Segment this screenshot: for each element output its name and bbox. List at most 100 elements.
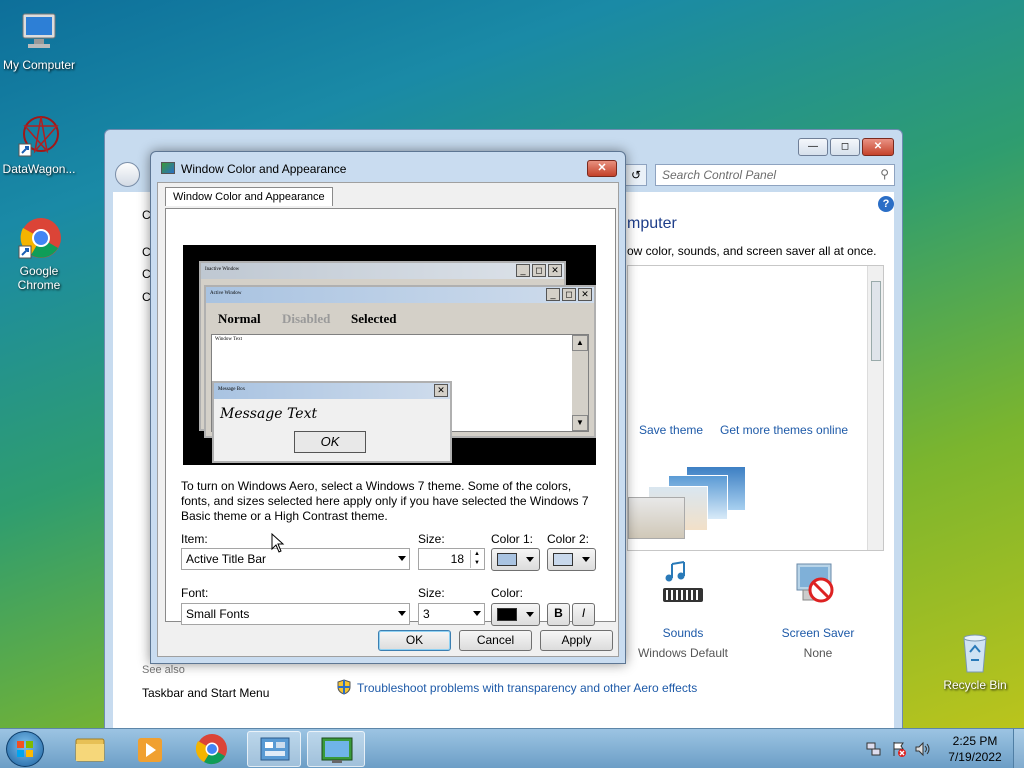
chevron-down-icon [398, 611, 406, 616]
screen-saver-label[interactable]: Screen Saver [773, 626, 863, 640]
action-center-icon[interactable] [891, 741, 907, 757]
shield-icon [337, 679, 351, 695]
sounds-icon[interactable] [658, 560, 708, 610]
color1-label: Color 1: [491, 532, 534, 546]
see-also-heading: See also [142, 664, 185, 676]
taskbar-start-menu-link[interactable]: Taskbar and Start Menu [142, 686, 269, 700]
cancel-button[interactable]: Cancel [459, 630, 532, 651]
show-desktop-button[interactable] [1013, 729, 1024, 768]
page-title: mputer [627, 215, 677, 232]
taskbar: 2:25 PM 7/19/2022 [0, 728, 1024, 768]
color1-picker[interactable] [491, 548, 540, 571]
desktop-icon-my-computer[interactable]: My Computer [0, 10, 79, 72]
chrome-icon [17, 216, 61, 260]
color2-picker[interactable] [547, 548, 596, 571]
dialog-close-button[interactable]: ✕ [587, 160, 617, 177]
chevron-down-icon [526, 557, 534, 562]
get-more-themes-link[interactable]: Get more themes online [720, 423, 848, 437]
chevron-down-icon [398, 556, 406, 561]
chevron-down-icon [526, 612, 534, 617]
back-button[interactable] [115, 162, 140, 187]
desktop-icon-label: Google Chrome [17, 264, 61, 292]
media-player-icon [138, 738, 162, 762]
page-subtitle: ow color, sounds, and screen saver all a… [627, 244, 877, 258]
font-label: Font: [181, 586, 209, 600]
dialog-app-icon [161, 162, 175, 174]
chrome-icon [195, 734, 227, 765]
item-dropdown[interactable]: Active Title Bar [181, 548, 410, 570]
bold-button[interactable]: B [547, 603, 570, 626]
maximize-button[interactable]: ◻ [830, 138, 860, 156]
stepper-arrows-icon[interactable]: ▲ ▼ [470, 550, 483, 568]
clock-date[interactable]: 7/19/2022 [944, 750, 1006, 764]
italic-button[interactable]: I [572, 603, 595, 626]
network-icon[interactable] [866, 741, 882, 757]
desktop-icon-google-chrome[interactable]: Google Chrome [0, 216, 79, 292]
themes-list[interactable]: Save theme Get more themes online [627, 265, 884, 551]
desktop-icon-datawagon[interactable]: DataWagon... [0, 114, 79, 176]
font-color-label: Color: [491, 586, 524, 600]
preview-menu-selected: Selected [351, 311, 397, 326]
desktop-icon-label: DataWagon... [2, 162, 76, 176]
mouse-cursor [271, 532, 285, 553]
dialog-body: Window Color and Appearance Inactive Win… [157, 182, 619, 657]
volume-icon[interactable] [914, 741, 932, 757]
troubleshoot-link[interactable]: Troubleshoot problems with transparency … [357, 681, 697, 695]
font-dropdown[interactable]: Small Fonts [181, 603, 410, 625]
close-button[interactable]: ✕ [862, 138, 894, 156]
preview-message-text: Message Text [220, 406, 318, 422]
windows-logo-icon [17, 741, 33, 757]
search-input[interactable]: Search Control Panel ⚲ [655, 164, 895, 186]
folder-icon [75, 738, 105, 762]
taskbar-explorer[interactable] [66, 731, 114, 767]
aero-info-text: To turn on Windows Aero, select a Window… [181, 479, 589, 523]
color2-swatch [553, 553, 573, 566]
taskbar-media-player[interactable] [126, 731, 174, 767]
datawagon-icon [17, 114, 61, 158]
clock-time[interactable]: 2:25 PM [944, 734, 1006, 748]
refresh-icon[interactable]: ↺ [625, 164, 647, 186]
control-panel-icon [260, 737, 290, 761]
item-size-label: Size: [418, 532, 445, 546]
taskbar-chrome[interactable] [188, 731, 236, 767]
screen-saver-icon[interactable] [791, 560, 841, 610]
item-size-stepper[interactable]: 18 ▲ ▼ [418, 548, 485, 570]
appearance-preview: Inactive Window _ ◻ ✕ Active Window _ ◻ … [183, 245, 596, 465]
chevron-down-icon [582, 557, 590, 562]
taskbar-window-color[interactable] [307, 731, 365, 767]
help-icon[interactable]: ? [878, 196, 894, 212]
theme-thumbnail[interactable] [628, 461, 753, 541]
minimize-button[interactable]: — [798, 138, 828, 156]
desktop-icon-label: My Computer [2, 58, 76, 72]
save-theme-link[interactable]: Save theme [639, 423, 703, 437]
color2-label: Color 2: [547, 532, 590, 546]
screen-saver-value: None [803, 646, 833, 660]
apply-button[interactable]: Apply [540, 630, 613, 651]
preview-menu-normal: Normal [218, 311, 261, 326]
ok-button[interactable]: OK [378, 630, 451, 651]
font-color-swatch [497, 608, 517, 621]
tab-panel: Inactive Window _ ◻ ✕ Active Window _ ◻ … [165, 208, 616, 626]
sounds-label[interactable]: Sounds [658, 626, 708, 640]
desktop-icon-label: Recycle Bin [943, 678, 1007, 692]
tab-window-color[interactable]: Window Color and Appearance [165, 187, 333, 206]
display-icon [321, 737, 353, 763]
preview-menu-disabled: Disabled [282, 311, 331, 326]
font-color-picker[interactable] [491, 603, 540, 626]
search-icon: ⚲ [880, 167, 889, 181]
preview-message-box: Message Box ✕ Message Text OK [212, 381, 452, 463]
preview-ok-button: OK [294, 431, 366, 453]
color1-swatch [497, 553, 517, 566]
taskbar-control-panel[interactable] [247, 731, 301, 767]
chevron-down-icon [473, 611, 481, 616]
themes-scrollbar[interactable] [867, 266, 883, 550]
start-button[interactable] [6, 731, 44, 767]
computer-icon [17, 10, 61, 54]
desktop-icon-recycle-bin[interactable]: Recycle Bin [935, 630, 1015, 692]
font-size-label: Size: [418, 586, 445, 600]
dialog-title: Window Color and Appearance [181, 162, 347, 176]
sounds-value: Windows Default [637, 646, 729, 660]
recycle-bin-icon [953, 630, 997, 674]
font-size-dropdown[interactable]: 3 [418, 603, 485, 625]
item-label: Item: [181, 532, 208, 546]
